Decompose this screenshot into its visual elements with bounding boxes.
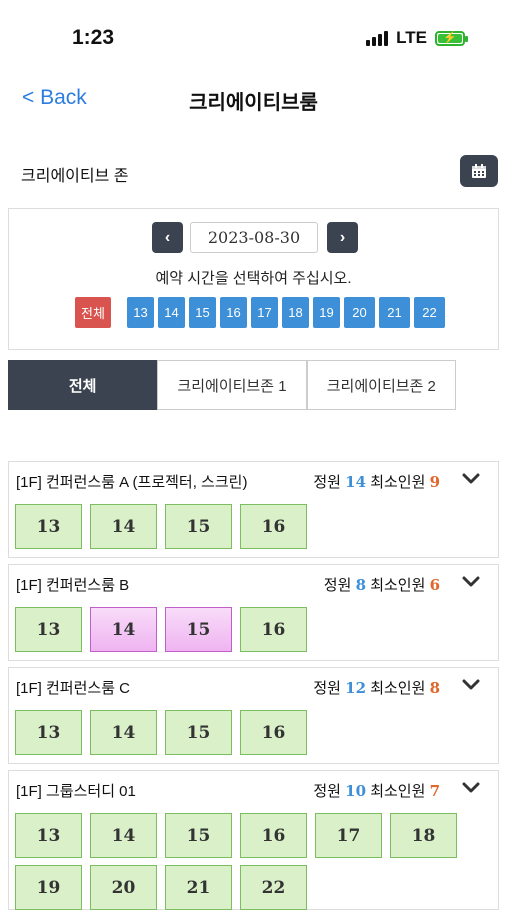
time-slot[interactable]: 15	[165, 504, 232, 549]
capacity-label: 정원	[313, 680, 341, 697]
hour-filter-button[interactable]: 22	[414, 297, 445, 328]
hour-filter-button[interactable]: 13	[127, 297, 154, 328]
min-value: 6	[429, 576, 440, 594]
time-slot[interactable]: 14	[90, 813, 157, 858]
time-slot[interactable]: 21	[165, 865, 232, 910]
tab-2[interactable]: 크리에이티브존 1	[157, 360, 307, 410]
capacity-value: 12	[345, 679, 367, 697]
status-indicators: LTE ⚡	[366, 28, 468, 48]
room-capacity-info: 정원 14 최소인원 9	[313, 471, 440, 492]
time-slot-reserved[interactable]: 15	[165, 607, 232, 652]
time-slot[interactable]: 17	[315, 813, 382, 858]
chevron-down-icon[interactable]	[462, 781, 480, 795]
hour-filter-button[interactable]: 18	[282, 297, 309, 328]
time-slot[interactable]: 13	[15, 504, 82, 549]
room-header: [1F] 컨퍼런스룸 A (프로젝터, 스크린) 정원 14 최소인원 9	[9, 462, 498, 500]
hour-filter-all-button[interactable]: 전체	[75, 297, 111, 328]
chevron-left-icon: ‹	[164, 228, 171, 246]
capacity-value: 10	[345, 782, 367, 800]
room-card: [1F] 컨퍼런스룸 C 정원 12 최소인원 8 13 14 15 16	[8, 667, 499, 764]
status-bar: 1:23 LTE ⚡	[0, 0, 507, 70]
min-label: 최소인원	[370, 474, 426, 491]
room-card: [1F] 컨퍼런스룸 A (프로젝터, 스크린) 정원 14 최소인원 9 13 14…	[8, 461, 499, 558]
prev-date-button[interactable]: ‹	[152, 222, 183, 253]
room-capacity-info: 정원 8 최소인원 6	[324, 574, 440, 595]
hour-filter-button[interactable]: 16	[220, 297, 247, 328]
capacity-label: 정원	[323, 577, 352, 594]
signal-icon	[366, 30, 389, 46]
min-label: 최소인원	[370, 783, 426, 800]
room-name: [1F] 컨퍼런스룸 A (프로젝터, 스크린)	[16, 474, 248, 491]
chevron-right-icon: ›	[339, 228, 346, 246]
date-input[interactable]: 2023-08-30	[190, 222, 318, 253]
room-name: [1F] 컨퍼런스룸 C	[16, 680, 131, 697]
network-label: LTE	[396, 28, 427, 47]
calendar-button[interactable]	[460, 155, 498, 187]
hour-filter-button[interactable]: 21	[379, 297, 410, 328]
room-card: [1F] 그룹스터디 01 정원 10 최소인원 7 13 14 15 16 17 18 19 2…	[8, 770, 499, 910]
room-header: [1F] 컨퍼런스룸 B 정원 8 최소인원 6	[9, 565, 498, 603]
next-date-button[interactable]: ›	[327, 222, 358, 253]
room-header: [1F] 컨퍼런스룸 C 정원 12 최소인원 8	[9, 668, 498, 706]
date-panel: ‹ 2023-08-30 › 예약 시간을 선택하여 주십시오. 전체 13 14…	[8, 208, 499, 350]
zone-label: 크리에이티브 존	[21, 168, 129, 185]
time-slot[interactable]: 16	[240, 504, 307, 549]
capacity-label: 정원	[313, 783, 341, 800]
hour-filter-button[interactable]: 15	[189, 297, 216, 328]
capacity-label: 정원	[313, 474, 341, 491]
room-capacity-info: 정원 10 최소인원 7	[313, 780, 440, 801]
time-slot[interactable]: 16	[240, 607, 307, 652]
tab-3[interactable]: 크리에이티브존 2	[306, 360, 456, 410]
time-slot[interactable]: 15	[165, 813, 232, 858]
time-slot[interactable]: 16	[240, 813, 307, 858]
chevron-down-icon[interactable]	[462, 575, 480, 589]
hour-filter-button[interactable]: 19	[313, 297, 340, 328]
tab-1[interactable]: 전체	[8, 360, 158, 410]
room-header: [1F] 그룹스터디 01 정원 10 최소인원 7	[9, 771, 498, 809]
hour-filter-button[interactable]: 14	[158, 297, 185, 328]
room-card: [1F] 컨퍼런스룸 B 정원 8 최소인원 6 13 14 15 16	[8, 564, 499, 661]
time-slot[interactable]: 18	[390, 813, 457, 858]
zone-tabs: 전체 크리에이티브존 1 크리에이티브존 2	[8, 360, 456, 410]
hour-filter-button[interactable]: 20	[344, 297, 375, 328]
time-slot[interactable]: 13	[15, 813, 82, 858]
time-slot[interactable]: 14	[90, 504, 157, 549]
battery-charging-icon: ⚡	[435, 30, 468, 46]
capacity-value: 8	[355, 576, 367, 594]
hour-filter-button[interactable]: 17	[251, 297, 278, 328]
min-label: 최소인원	[370, 577, 426, 594]
room-capacity-info: 정원 12 최소인원 8	[313, 677, 440, 698]
room-name: [1F] 그룹스터디 01	[16, 783, 136, 800]
time-slot[interactable]: 15	[165, 710, 232, 755]
min-value: 7	[429, 782, 440, 800]
hour-filter-row: 전체 13 14 15 16 17 18 19 20 21 22	[75, 297, 445, 328]
room-name: [1F] 컨퍼런스룸 B	[16, 577, 130, 594]
chevron-down-icon[interactable]	[462, 472, 480, 486]
status-time: 1:23	[72, 26, 115, 49]
capacity-value: 14	[345, 473, 367, 491]
calendar-icon	[472, 164, 486, 178]
time-slot[interactable]: 20	[90, 865, 157, 910]
time-slot[interactable]: 19	[15, 865, 82, 910]
min-label: 최소인원	[370, 680, 426, 697]
time-slot-reserved[interactable]: 14	[90, 607, 157, 652]
chevron-down-icon[interactable]	[462, 678, 480, 692]
time-slot[interactable]: 13	[15, 607, 82, 652]
min-value: 9	[429, 473, 440, 491]
time-slot[interactable]: 13	[15, 710, 82, 755]
time-slot[interactable]: 14	[90, 710, 157, 755]
time-slot[interactable]: 22	[240, 865, 307, 910]
instruction-text: 예약 시간을 선택하여 주십시오.	[155, 270, 352, 287]
time-slot[interactable]: 16	[240, 710, 307, 755]
back-button[interactable]: < Back	[22, 86, 87, 110]
min-value: 8	[429, 679, 440, 697]
